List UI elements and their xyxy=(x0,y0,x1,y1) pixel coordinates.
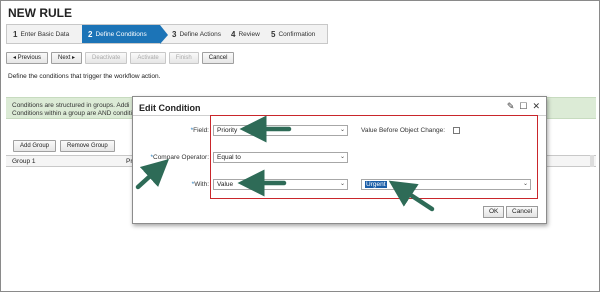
field-dropdown[interactable]: Priority ⌄ xyxy=(213,125,348,136)
step-label: Confirmation xyxy=(278,30,316,38)
deactivate-button[interactable]: Deactivate xyxy=(85,52,128,64)
chevron-down-icon: ⌄ xyxy=(339,181,345,187)
value-dropdown[interactable]: Urgent ⌄ xyxy=(361,179,531,190)
with-label: *With: xyxy=(173,181,209,188)
step-confirmation[interactable]: 5 Confirmation xyxy=(265,25,325,43)
ok-button[interactable]: OK xyxy=(483,206,505,218)
cancel-button[interactable]: Cancel xyxy=(201,52,235,64)
field-label-text: Field: xyxy=(193,127,209,134)
add-group-button[interactable]: Add Group xyxy=(13,140,57,152)
app-window: NEW RULE 1 Enter Basic Data 2 Define Con… xyxy=(0,0,600,292)
step-number: 4 xyxy=(231,29,236,39)
page-title: NEW RULE xyxy=(8,6,72,20)
previous-button[interactable]: ◂ Previous xyxy=(6,52,49,64)
next-button[interactable]: Next ▸ xyxy=(51,52,83,64)
edit-condition-dialog: Edit Condition ✎ ☐ ✕ *Field: Priority ⌄ … xyxy=(132,96,547,224)
step-review[interactable]: 4 Review xyxy=(225,25,265,43)
step-number: 1 xyxy=(13,29,18,39)
instruction-text: Define the conditions that trigger the w… xyxy=(8,73,161,80)
compare-operator-value: Equal to xyxy=(217,154,241,161)
pin-icon[interactable]: ✎ xyxy=(507,102,515,111)
dialog-controls: ✎ ☐ ✕ xyxy=(507,102,540,111)
compare-operator-dropdown[interactable]: Equal to ⌄ xyxy=(213,152,348,163)
step-number: 5 xyxy=(271,29,276,39)
chevron-down-icon: ⌄ xyxy=(522,181,528,187)
value-input-text: Urgent xyxy=(365,181,387,188)
step-label: Define Actions xyxy=(179,30,222,38)
dialog-cancel-button[interactable]: Cancel xyxy=(506,206,539,218)
step-enter-basic-data[interactable]: 1 Enter Basic Data xyxy=(7,25,82,43)
value-before-checkbox[interactable] xyxy=(453,127,460,134)
compare-operator-label: *Compare Operator: xyxy=(145,154,209,161)
with-value: Value xyxy=(217,181,234,188)
step-number: 2 xyxy=(88,29,93,39)
compare-label-text: Compare Operator: xyxy=(153,154,209,161)
value-before-label: Value Before Object Change: xyxy=(361,127,446,134)
step-label: Enter Basic Data xyxy=(20,30,70,38)
remove-group-button[interactable]: Remove Group xyxy=(60,140,115,152)
close-icon[interactable]: ✕ xyxy=(532,102,540,111)
field-label: *Field: xyxy=(173,127,209,134)
step-label: Define Conditions xyxy=(95,30,147,38)
activate-button[interactable]: Activate xyxy=(130,52,166,64)
wizard-toolbar: ◂ Previous Next ▸ Deactivate Activate Fi… xyxy=(6,52,235,64)
step-number: 3 xyxy=(172,29,177,39)
chevron-down-icon: ⌄ xyxy=(339,154,345,160)
maximize-icon[interactable]: ☐ xyxy=(519,102,527,111)
field-value: Priority xyxy=(217,127,238,134)
finish-button[interactable]: Finish xyxy=(168,52,199,64)
dialog-title: Edit Condition xyxy=(139,103,201,113)
group-column-header: Group 1 xyxy=(12,158,36,165)
step-define-actions[interactable]: 3 Define Actions xyxy=(160,25,225,43)
with-dropdown[interactable]: Value ⌄ xyxy=(213,179,348,190)
with-label-text: With: xyxy=(194,181,209,188)
table-scroll-handle[interactable] xyxy=(590,155,594,167)
step-label: Review xyxy=(238,30,260,38)
chevron-down-icon: ⌄ xyxy=(339,127,345,133)
roadmap: 1 Enter Basic Data 2 Define Conditions 3… xyxy=(6,24,328,44)
step-define-conditions[interactable]: 2 Define Conditions xyxy=(82,25,168,44)
group-toolbar: Add Group Remove Group xyxy=(13,140,115,152)
